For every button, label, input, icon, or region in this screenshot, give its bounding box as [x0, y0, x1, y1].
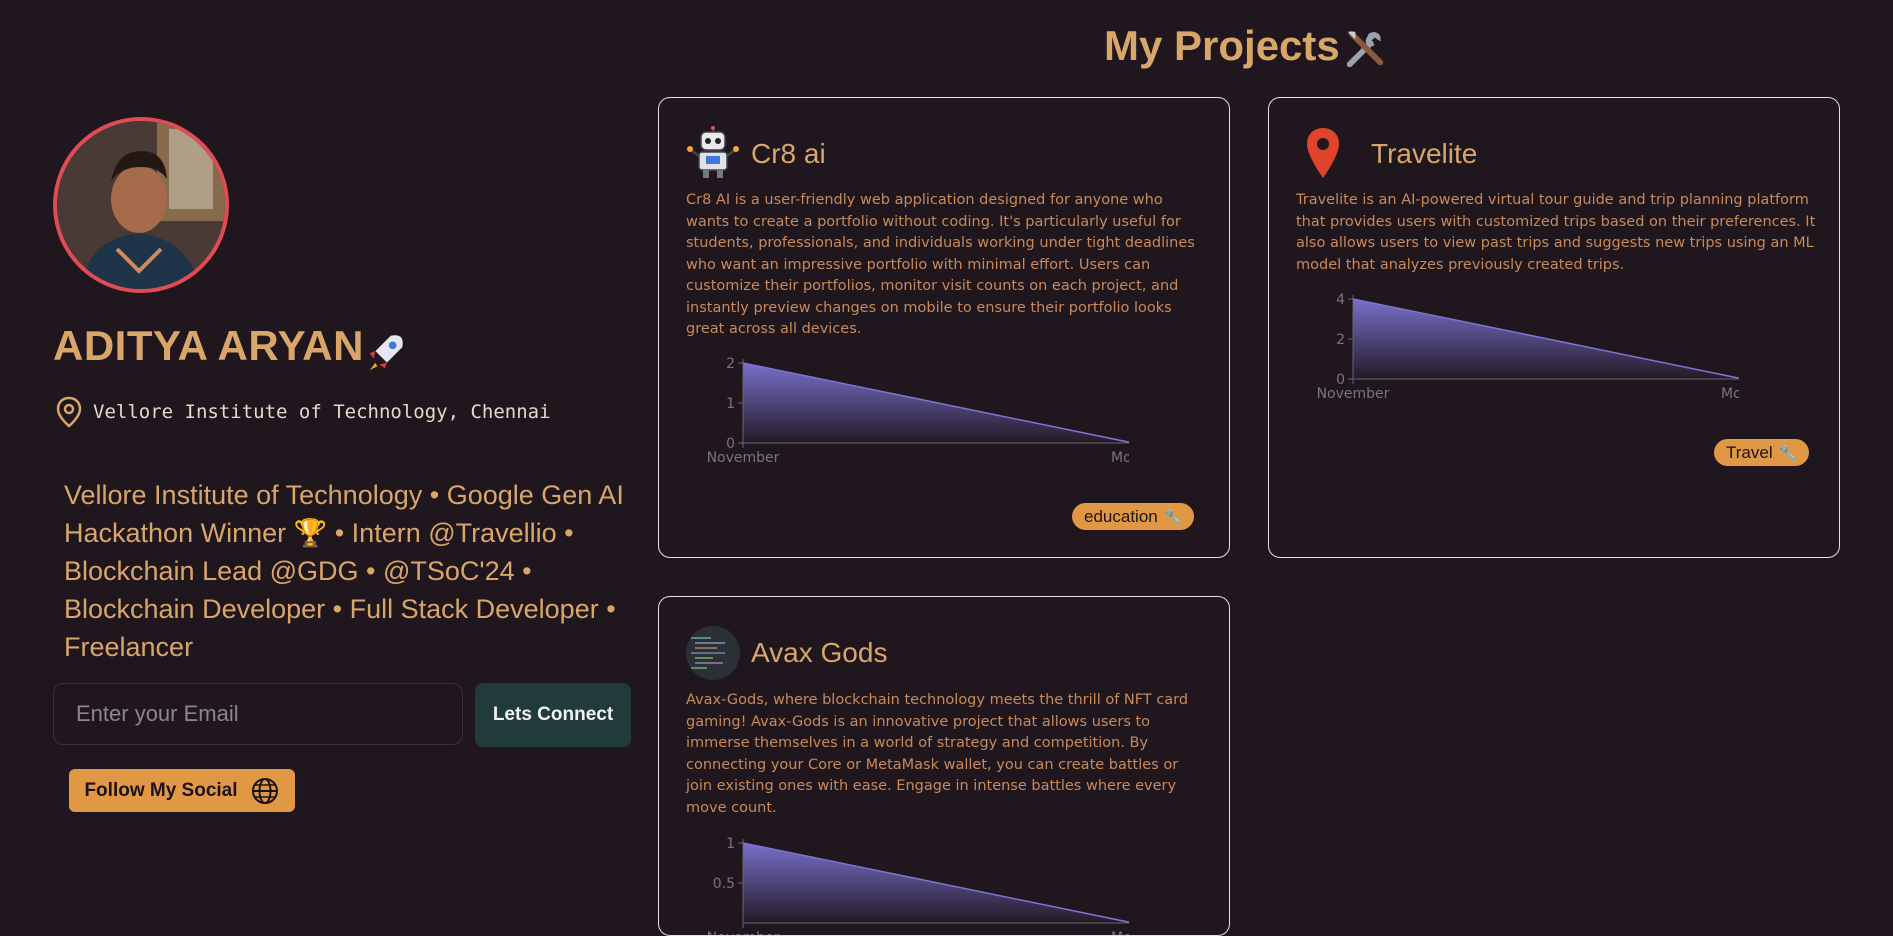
chart-x-tick-label: November: [707, 930, 780, 936]
chart-y-tick-label: 4: [1336, 292, 1345, 308]
tools-icon: [1346, 30, 1384, 68]
map-pin-icon: [1307, 128, 1339, 178]
project-card[interactable]: Travelite Travelite is an AI-powered vir…: [1268, 97, 1840, 558]
follow-social-button[interactable]: Follow My Social: [69, 769, 295, 812]
project-tag-badge[interactable]: education 🔧: [1072, 503, 1195, 530]
project-description: Avax-Gods, where blockchain technology m…: [686, 692, 1189, 816]
project-card-header: Avax Gods: [685, 625, 887, 681]
project-card[interactable]: Avax Gods Avax-Gods, where blockchain te…: [658, 596, 1230, 936]
profile-bio: Vellore Institute of Technology • Google…: [64, 480, 624, 662]
profile-sidebar: ADITYA ARYAN Vellore Institute of Techno…: [0, 0, 650, 897]
location-row: Vellore Institute of Technology, Chennai: [55, 396, 551, 428]
location-pin-icon: [56, 396, 82, 428]
robot-icon: [687, 126, 739, 178]
project-title: Cr8 ai: [751, 138, 826, 169]
rocket-icon: [369, 335, 403, 371]
chart-x-tick-label: November: [1317, 386, 1390, 399]
chart-y-tick-label: 1: [726, 396, 735, 412]
project-chart: 024NovemberMonth: [1317, 292, 1739, 399]
email-input[interactable]: [53, 683, 463, 745]
chart-y-tick-label: 2: [1336, 332, 1345, 348]
chart-y-tick-label: 0.5: [713, 876, 735, 892]
chart-y-tick-label: 1: [726, 836, 735, 852]
project-card-header: Travelite: [1295, 126, 1477, 182]
chart-x-tick-label: Month: [1111, 450, 1129, 463]
project-card-header: Cr8 ai: [685, 126, 826, 182]
project-chart: 0.5 1 November Month: [707, 836, 1129, 936]
follow-social-label: Follow My Social: [84, 779, 238, 801]
project-card[interactable]: Cr8 ai Cr8 AI is a user-friendly web app…: [658, 97, 1230, 558]
project-tag-badge[interactable]: Travel 🔧: [1714, 439, 1810, 466]
avatar: [53, 117, 229, 293]
chart-x-tick-label: Month: [1111, 930, 1129, 936]
profile-name: ADITYA ARYAN: [53, 322, 364, 369]
chart-x-tick-label: Month: [1721, 386, 1739, 399]
code-thumbnail-icon: [686, 626, 740, 680]
project-chart: 012NovemberMonth: [707, 356, 1129, 463]
project-title: Avax Gods: [751, 637, 888, 668]
chart-y-tick-label: 2: [726, 356, 735, 372]
project-description: Cr8 AI is a user-friendly web applicatio…: [686, 192, 1195, 337]
project-tag-label: Travel: [1726, 442, 1773, 462]
globe-icon: [251, 777, 278, 804]
project-title: Travelite: [1371, 138, 1478, 169]
lets-connect-button[interactable]: Lets Connect: [475, 683, 631, 747]
project-description: Travelite is an AI-powered virtual tour …: [1296, 192, 1816, 273]
location-text: Vellore Institute of Technology, Chennai: [93, 401, 551, 423]
projects-title: My Projects: [1104, 22, 1340, 69]
wrench-icon: 🔧: [1778, 444, 1798, 462]
project-tag-label: education: [1084, 506, 1158, 526]
wrench-icon: 🔧: [1163, 508, 1183, 526]
chart-x-tick-label: November: [707, 450, 780, 463]
